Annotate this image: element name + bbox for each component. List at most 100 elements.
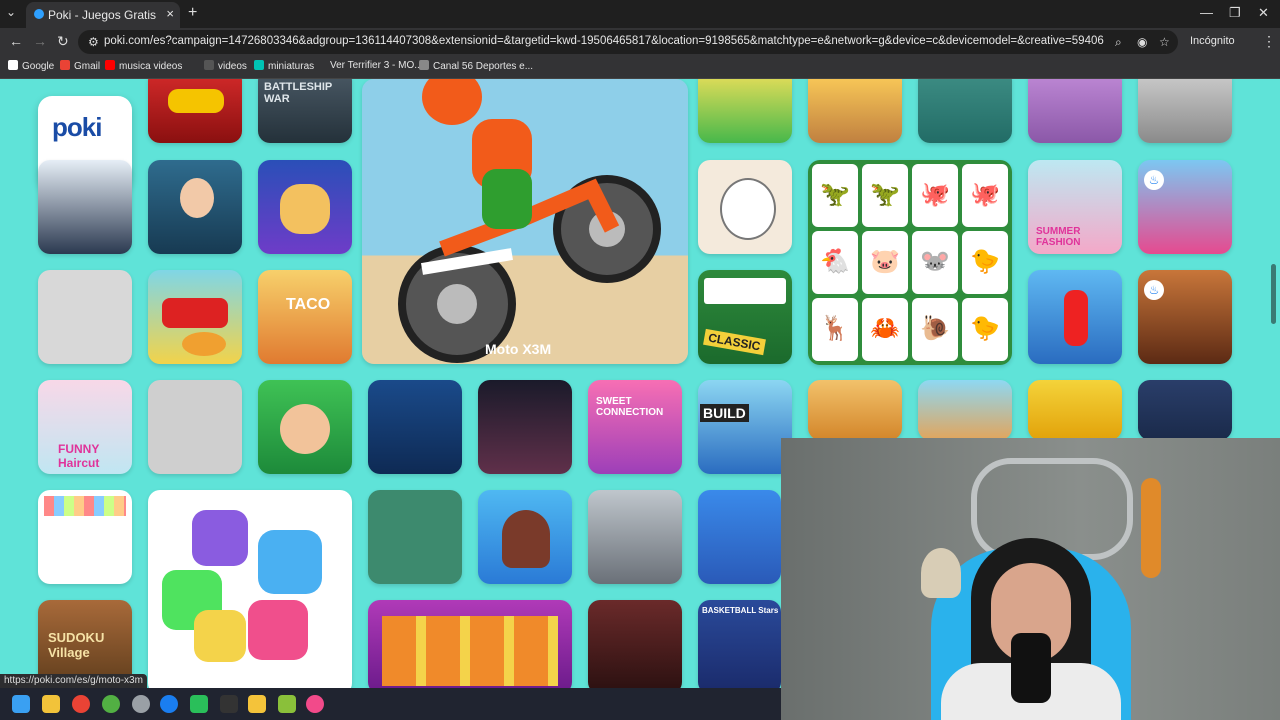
bookmark-videos[interactable]: videos (204, 60, 247, 72)
game-tile-boxing[interactable] (478, 380, 572, 474)
zoom-icon[interactable]: ⌕ (1115, 35, 1122, 50)
bookmark-star-icon[interactable]: ☆ (1159, 35, 1170, 49)
chrome-incognito-icon[interactable] (306, 695, 324, 713)
game-tile-fruit-match[interactable] (368, 600, 572, 688)
windows-taskbar (0, 688, 781, 720)
game-tile-match-pairs[interactable] (368, 490, 462, 584)
menu-icon[interactable]: ⋮ (1262, 33, 1276, 50)
game-tile-tank[interactable] (698, 79, 792, 143)
bookmark-canal-56[interactable]: Canal 56 Deportes e... (419, 60, 533, 72)
game-tile-lumber[interactable] (808, 380, 902, 440)
forward-icon[interactable]: → (33, 33, 47, 49)
game-tile-basketball-stars[interactable]: BASKETBALL Stars (698, 600, 781, 688)
xbox-icon[interactable] (102, 695, 120, 713)
restore-icon[interactable]: ❐ (1229, 5, 1241, 21)
game-tile-summer-fashion[interactable]: SUMMER FASHION (1028, 160, 1122, 254)
url-text[interactable]: poki.com/es?campaign=14726803346&adgroup… (104, 35, 1104, 47)
game-tile-cooking[interactable] (918, 79, 1012, 143)
tile-label: BASKETBALL Stars (702, 606, 779, 615)
game-tile-solitaire[interactable]: CLASSIC (698, 270, 792, 364)
tracking-protection-icon[interactable]: ◉ (1137, 35, 1147, 49)
hex-stack-icon (194, 610, 246, 662)
car-icon (168, 89, 224, 113)
new-tab-icon[interactable]: + (188, 4, 197, 22)
windows-start-icon[interactable] (12, 695, 30, 713)
game-tile-sweet-connection[interactable]: SWEET CONNECTION (588, 380, 682, 474)
address-bar[interactable]: ⚙ poki.com/es?campaign=14726803346&adgro… (78, 30, 1178, 54)
site-info-icon[interactable]: ⚙ (88, 35, 99, 49)
hex-stack-icon (258, 530, 322, 594)
game-tile-stickman-prison[interactable] (148, 380, 242, 474)
edge-icon[interactable] (160, 695, 178, 713)
game-tile-bubble-shooter[interactable] (38, 490, 132, 584)
tile-label: CLASSIC (703, 328, 766, 356)
hex-stack-icon (248, 600, 308, 660)
game-tile-obby[interactable]: ♨ (1138, 160, 1232, 254)
game-tile-battleship-war[interactable]: BATTLESHIP WAR (258, 79, 352, 143)
close-window-icon[interactable]: ✕ (1258, 5, 1269, 21)
tab-search-icon[interactable]: ⌄ (6, 5, 16, 19)
browser-toolbar: ← → ↻ ⚙ poki.com/es?campaign=14726803346… (0, 28, 1280, 56)
tile-label: BATTLESHIP WAR (264, 81, 333, 105)
character-icon (280, 404, 330, 454)
bookmark-miniaturas[interactable]: miniaturas (254, 60, 314, 72)
character-icon (180, 178, 214, 218)
obs-icon[interactable] (132, 695, 150, 713)
incognito-label[interactable]: Incógnito (1190, 35, 1235, 47)
minimize-icon[interactable]: — (1200, 5, 1213, 20)
game-tile-corgi[interactable] (258, 160, 352, 254)
game-tile-monster-match[interactable] (588, 600, 682, 688)
page-scrollbar-thumb[interactable] (1271, 264, 1276, 324)
game-tile-mahjong-animals[interactable]: 🦖 🦖 🐙 🐙 🐔 🐷 🐭 🐤 🦌 🦀 🐌 🐤 (808, 160, 1012, 365)
game-tile-pizza-car[interactable] (148, 270, 242, 364)
google-icon (8, 60, 18, 70)
game-tile-moto-city[interactable] (588, 490, 682, 584)
cards-icon (704, 278, 786, 304)
bookmark-musica-videos[interactable]: musica videos (105, 60, 182, 72)
chicken-icon: 🐔 (812, 231, 858, 294)
game-tile-funny-haircut[interactable]: FUNNY Haircut (38, 380, 132, 474)
poki-logo[interactable]: poki (52, 112, 102, 143)
webcam-overlay (781, 438, 1280, 720)
game-tile-taco[interactable]: TACO (258, 270, 352, 364)
game-tile-hexa-sort[interactable] (148, 490, 352, 688)
file-explorer-icon[interactable] (42, 695, 60, 713)
featured-game-moto-x3m[interactable]: Moto X3M (362, 79, 688, 364)
bookmark-google[interactable]: Google (8, 60, 54, 72)
game-tile-heroes[interactable] (918, 380, 1012, 440)
youtube-icon (105, 60, 115, 70)
game-tile-ice-cream[interactable] (478, 490, 572, 584)
game-tile-shooter[interactable] (1138, 79, 1232, 143)
game-tile-coaster-builder[interactable]: BUILD (698, 380, 792, 474)
epic-games-icon[interactable] (220, 695, 238, 713)
game-tile-stickman-escape[interactable] (38, 270, 132, 364)
tab-poki[interactable]: Poki - Juegos Gratis Online - ¡Ju... × (26, 2, 180, 28)
site-icon (419, 60, 429, 70)
game-tile-parkour[interactable] (1028, 270, 1122, 364)
game-tile-cat[interactable] (698, 160, 792, 254)
dino-icon: 🦖 (862, 164, 908, 227)
vegas-icon[interactable] (278, 695, 296, 713)
play-icon[interactable] (190, 695, 208, 713)
rockstar-icon[interactable] (248, 695, 266, 713)
close-tab-icon[interactable]: × (166, 6, 174, 21)
game-tile-dragon[interactable] (38, 160, 132, 254)
game-tile-knight[interactable]: ♨ (1138, 270, 1232, 364)
tile-label: FUNNY Haircut (58, 442, 100, 470)
game-tile-police[interactable] (368, 380, 462, 474)
game-tile-tycoon[interactable] (148, 160, 242, 254)
poki-favicon-icon (34, 9, 44, 19)
pig-icon: 🐷 (862, 231, 908, 294)
chrome-icon[interactable] (72, 695, 90, 713)
game-tile-cake[interactable] (1028, 79, 1122, 143)
game-tile-money-run[interactable] (698, 490, 781, 584)
back-icon[interactable]: ← (9, 33, 23, 49)
reload-icon[interactable]: ↻ (57, 33, 69, 50)
bookmark-gmail[interactable]: Gmail (60, 60, 100, 72)
game-tile-racing-car[interactable] (148, 79, 242, 143)
game-tile-runners[interactable] (808, 79, 902, 143)
bookmark-terrifier[interactable]: Ver Terrifier 3 - MO... (330, 60, 423, 71)
game-tile-cool-guy[interactable] (1028, 380, 1122, 440)
game-tile-mahjong[interactable] (1138, 380, 1232, 440)
game-tile-sprout[interactable] (258, 380, 352, 474)
